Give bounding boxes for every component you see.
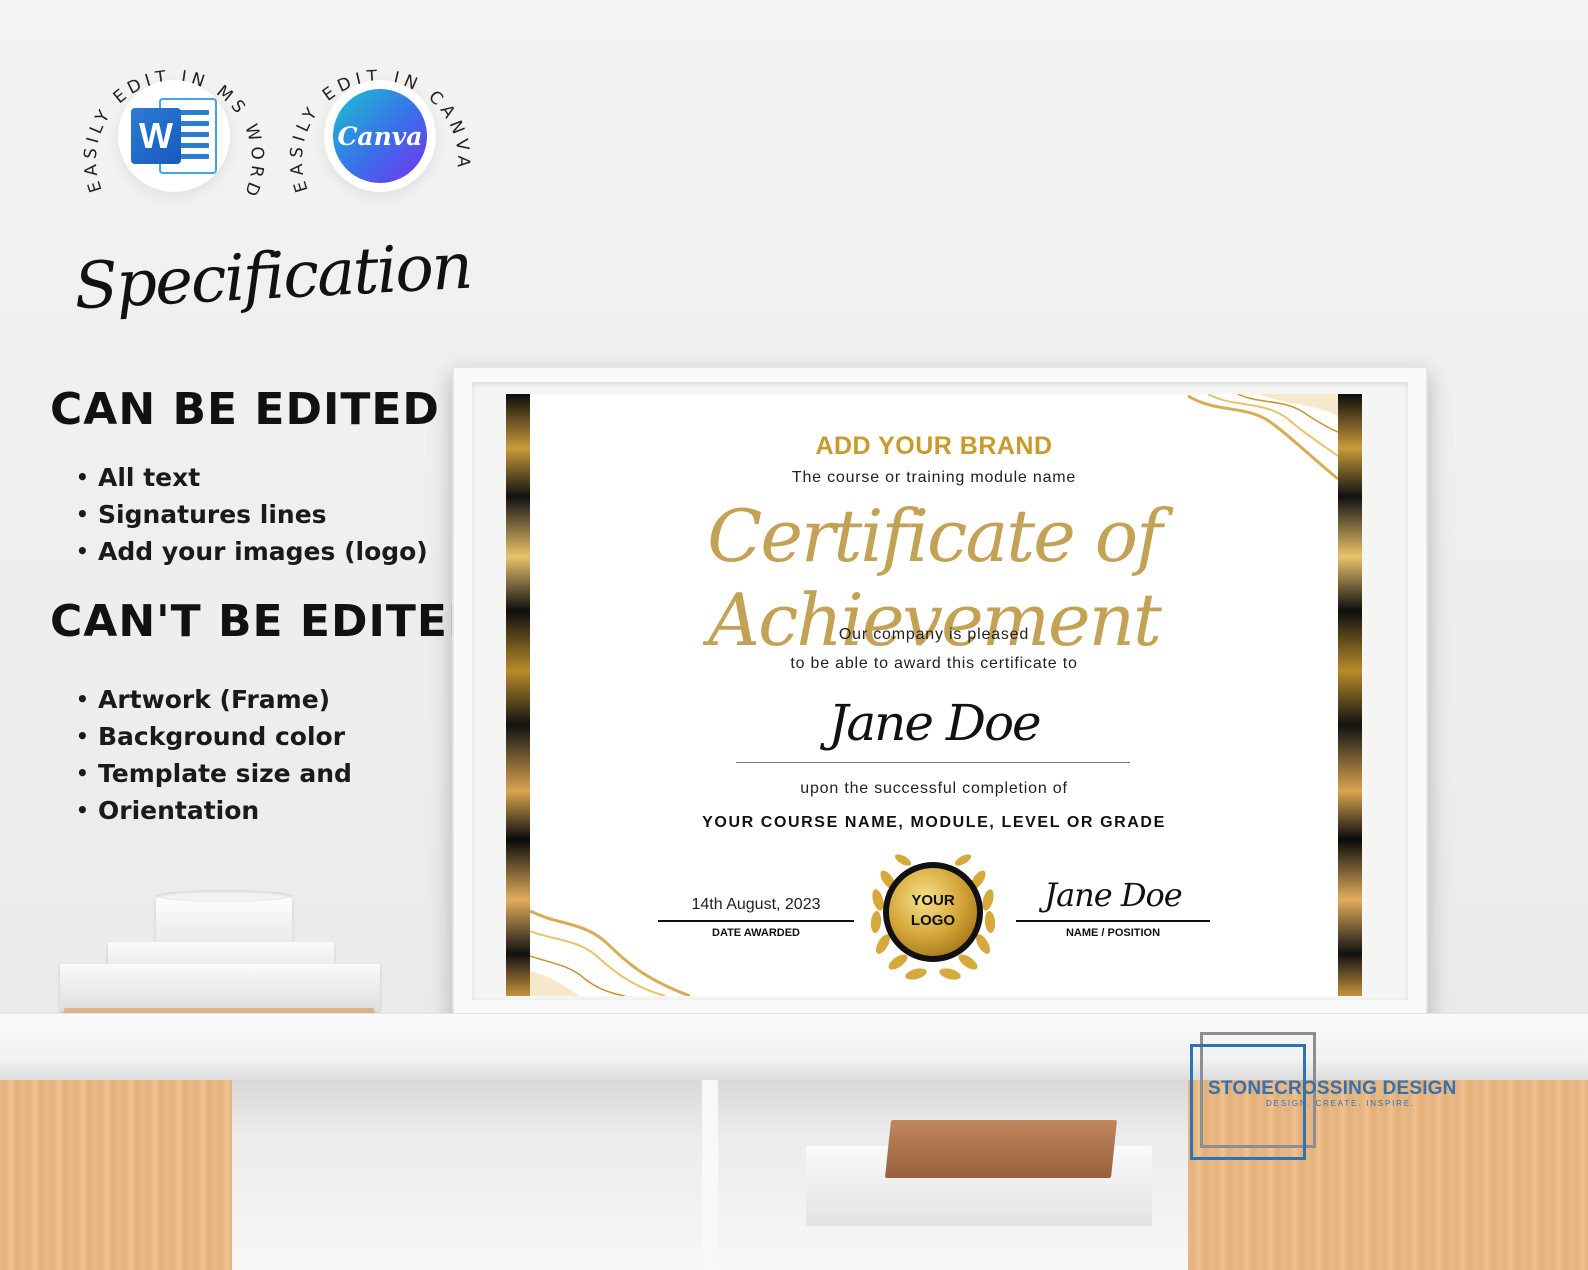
- cabinet-compartment-left: [232, 1080, 702, 1270]
- shelf-top: [0, 1014, 1588, 1080]
- list-item-continuation: Orientation: [72, 792, 352, 829]
- cabinet: [0, 1080, 1588, 1270]
- award-text-line2: to be able to award this certificate to: [790, 655, 1078, 672]
- date-line: [658, 920, 854, 922]
- canva-logo-circle: Canva: [324, 80, 436, 192]
- book-brown-in-cabinet: [884, 1120, 1118, 1178]
- signature-label: NAME / POSITION: [1065, 927, 1161, 939]
- list-item: All text: [72, 459, 428, 496]
- list-item: Signatures lines: [72, 496, 428, 533]
- can-be-edited-heading: CAN BE EDITED: [50, 384, 440, 435]
- seal-text-line1: YOUR: [911, 892, 955, 909]
- signature-line: [1016, 920, 1210, 922]
- editable-list: All text Signatures lines Add your image…: [72, 459, 428, 570]
- ms-word-icon: W: [131, 94, 217, 178]
- wood-panel-left: [0, 1080, 232, 1270]
- award-text-line1: Our company is pleased: [838, 626, 1030, 643]
- cant-be-edited-heading: CAN'T BE EDITED: [50, 596, 486, 647]
- course-module-text: The course or training module name: [791, 469, 1077, 486]
- word-badge: EASILY EDIT IN MS WORD W: [74, 36, 274, 236]
- logo-seal: YOUR LOGO: [858, 840, 1008, 986]
- watermark-brand: STONECROSSING DESIGN: [1208, 1078, 1457, 1099]
- canva-icon: Canva: [333, 89, 427, 183]
- list-item: Template size and: [72, 755, 352, 792]
- book-white-middle: [60, 964, 380, 1012]
- list-item: Background color: [72, 718, 352, 755]
- recipient-underline: [736, 762, 1130, 763]
- date-label: DATE AWARDED: [712, 927, 800, 939]
- watermark-tagline: DESIGN. CREATE. INSPIRE.: [1266, 1099, 1415, 1108]
- seal-text-line2: LOGO: [910, 912, 956, 929]
- recipient-name: Jane Doe: [828, 694, 1041, 752]
- bottom-left-gold-marble: [530, 909, 690, 996]
- certificate: ADD YOUR BRAND The course or training mo…: [506, 394, 1362, 996]
- completion-text: upon the successful completion of: [800, 780, 1068, 797]
- canva-badge: EASILY EDIT IN CANVA Canva: [280, 36, 480, 236]
- list-item: Add your images (logo): [72, 533, 428, 570]
- not-editable-list: Artwork (Frame) Background color Templat…: [72, 681, 352, 829]
- brand-name: ADD YOUR BRAND: [815, 432, 1053, 460]
- signature: Jane Doe: [1044, 876, 1182, 914]
- word-logo-circle: W: [118, 80, 230, 192]
- specification-title: Specification: [72, 229, 473, 325]
- list-item: Artwork (Frame): [72, 681, 352, 718]
- award-date: 14th August, 2023: [691, 896, 821, 913]
- word-letter: W: [131, 108, 181, 164]
- course-name: YOUR COURSE NAME, MODULE, LEVEL OR GRADE: [702, 814, 1166, 831]
